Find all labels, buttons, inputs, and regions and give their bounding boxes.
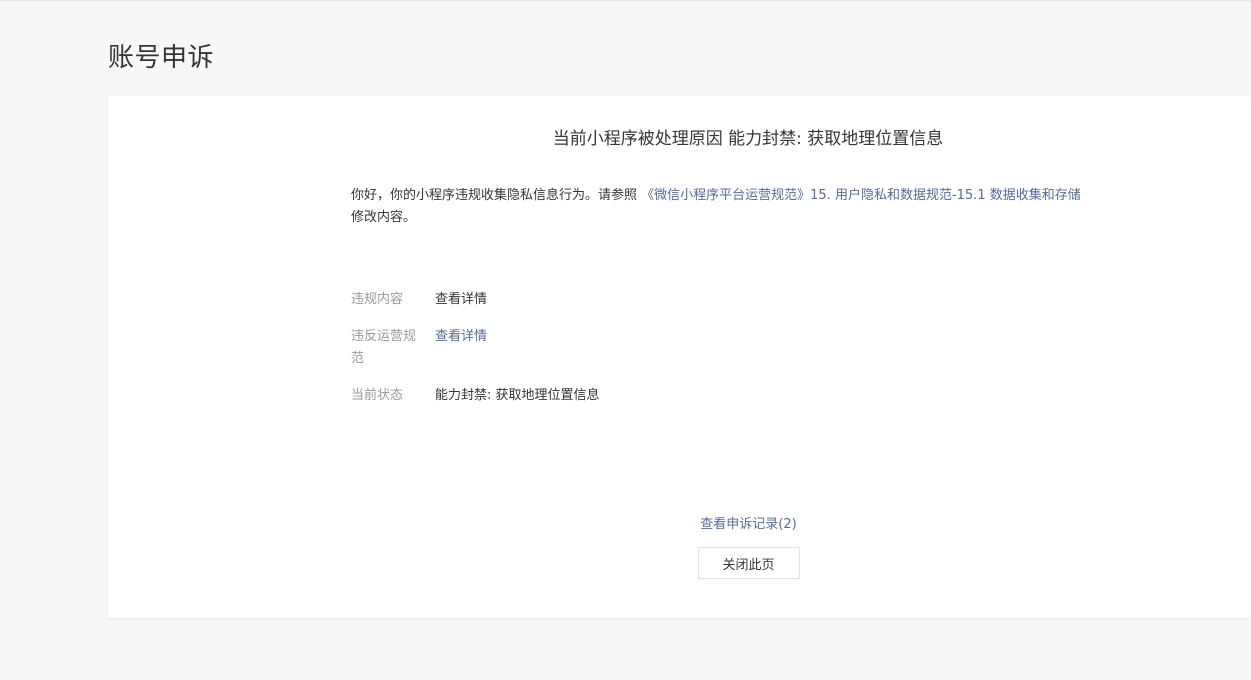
top-divider — [0, 0, 1251, 1]
violation-content-details-link[interactable]: 查看详情 — [435, 289, 487, 311]
violation-content-label: 违规内容 — [351, 292, 404, 307]
current-status-value: 能力封禁: 获取地理位置信息 — [435, 388, 600, 403]
info-row-violation-content: 违规内容 查看详情 — [351, 289, 600, 311]
notice-text-after: 修改内容。 — [351, 210, 417, 225]
violated-rules-details-link[interactable]: 查看详情 — [435, 326, 487, 370]
notice-text-before: 你好，你的小程序违规收集隐私信息行为。请参照 — [351, 188, 642, 203]
appeal-records-link[interactable]: 查看申诉记录(2) — [697, 514, 800, 536]
page-title: 账号申诉 — [108, 43, 215, 73]
violation-info: 违规内容 查看详情 违反运营规范 查看详情 当前状态 能力封禁: 获取地理位置信… — [351, 289, 600, 422]
current-status-label: 当前状态 — [351, 388, 404, 403]
violation-notice: 你好，你的小程序违规收集隐私信息行为。请参照 《微信小程序平台运营规范》15. … — [351, 185, 1151, 229]
reason-title: 当前小程序被处理原因 能力封禁: 获取地理位置信息 — [552, 129, 944, 149]
operation-rules-link[interactable]: 《微信小程序平台运营规范》15. 用户隐私和数据规范-15.1 数据收集和存储 — [641, 188, 1081, 203]
info-row-violated-rules: 违反运营规范 查看详情 — [351, 326, 600, 370]
appeal-card: 当前小程序被处理原因 能力封禁: 获取地理位置信息 你好，你的小程序违规收集隐私… — [108, 96, 1251, 618]
close-page-button[interactable]: 关闭此页 — [697, 547, 800, 579]
card-footer: 查看申诉记录(2) 关闭此页 — [697, 514, 800, 579]
violated-rules-label: 违反运营规范 — [351, 329, 417, 366]
info-row-current-status: 当前状态 能力封禁: 获取地理位置信息 — [351, 385, 600, 407]
